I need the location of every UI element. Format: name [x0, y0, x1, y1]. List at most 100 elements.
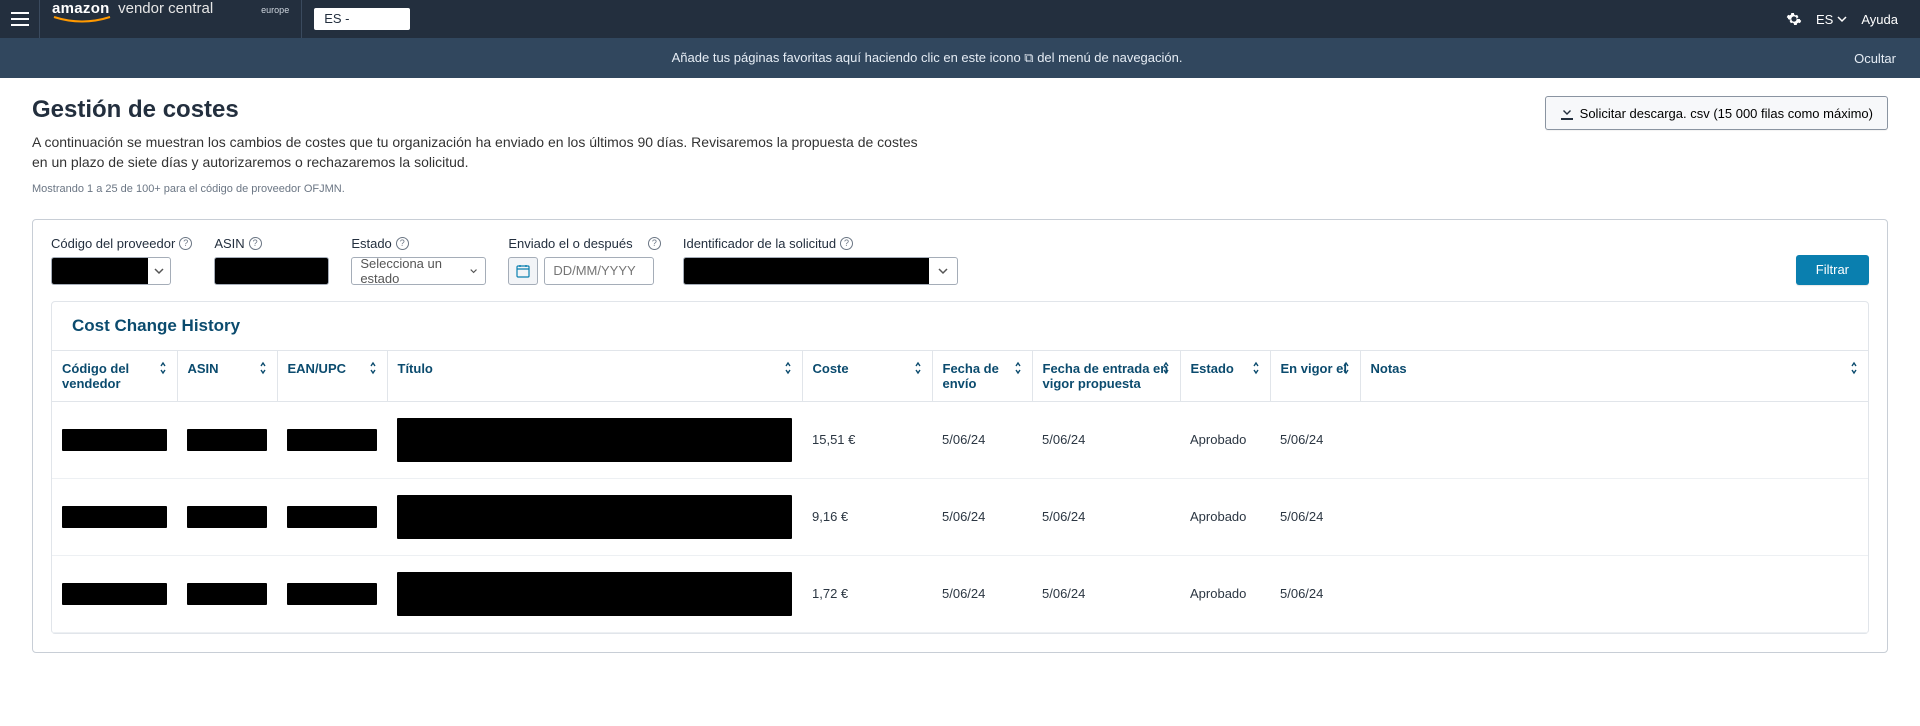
th-ean[interactable]: EAN/UPC — [277, 350, 387, 401]
cell-state: Aprobado — [1180, 555, 1270, 632]
vendor-code-select[interactable] — [51, 257, 171, 285]
request-id-field: Identificador de la solicitud? — [683, 236, 958, 285]
brand-region: europe — [261, 5, 289, 15]
sort-icon[interactable] — [157, 361, 169, 375]
asin-field: ASIN? — [214, 236, 329, 285]
redacted-value — [187, 506, 267, 528]
locale-code: ES — [1816, 12, 1833, 27]
state-label: Estado — [351, 236, 391, 251]
gear-icon[interactable] — [1786, 11, 1802, 27]
cell-submitted: 5/06/24 — [932, 555, 1032, 632]
favorites-hide-button[interactable]: Ocultar — [1854, 51, 1920, 66]
sort-icon[interactable] — [782, 361, 794, 375]
th-cost[interactable]: Coste — [802, 350, 932, 401]
page-title: Gestión de costes — [32, 96, 1545, 124]
th-submitted[interactable]: Fecha de envío — [932, 350, 1032, 401]
sort-icon[interactable] — [1160, 361, 1172, 375]
chevron-down-icon — [938, 266, 948, 276]
cell-notes — [1360, 401, 1868, 478]
cell-notes — [1360, 555, 1868, 632]
sort-icon[interactable] — [257, 361, 269, 375]
marketplace-selector[interactable]: ES - — [314, 8, 409, 30]
download-icon — [1560, 106, 1574, 120]
cost-history-table: Código del vendedor ASIN EAN/UPC Título … — [52, 350, 1868, 633]
sort-icon[interactable] — [367, 361, 379, 375]
favorites-message: Añade tus páginas favoritas aquí haciend… — [0, 50, 1854, 66]
redacted-value — [187, 429, 267, 451]
calendar-icon — [516, 264, 530, 278]
submitted-date-input[interactable] — [544, 257, 654, 285]
sort-icon[interactable] — [1848, 361, 1860, 375]
hamburger-icon — [11, 12, 29, 26]
th-state[interactable]: Estado — [1180, 350, 1270, 401]
table-row[interactable]: 1,72 €5/06/245/06/24Aprobado5/06/24 — [52, 555, 1868, 632]
cell-effective-proposed: 5/06/24 — [1032, 478, 1180, 555]
redacted-value — [397, 418, 792, 462]
sort-icon[interactable] — [1340, 361, 1352, 375]
submitted-date-field: Enviado el o después ? — [508, 236, 661, 285]
state-placeholder: Selecciona un estado — [360, 256, 450, 286]
th-vendor[interactable]: Código del vendedor — [52, 350, 177, 401]
cell-effective: 5/06/24 — [1270, 401, 1360, 478]
filter-panel: Código del proveedor? ASIN? Estado? Sele… — [32, 219, 1888, 653]
chevron-down-icon — [470, 266, 477, 276]
th-title[interactable]: Título — [387, 350, 802, 401]
page-description: A continuación se muestran los cambios d… — [32, 132, 932, 173]
result-count: Mostrando 1 a 25 de 100+ para el código … — [32, 183, 1545, 195]
request-id-label: Identificador de la solicitud — [683, 236, 836, 251]
th-notes[interactable]: Notas — [1360, 350, 1868, 401]
sort-icon[interactable] — [1250, 361, 1262, 375]
request-id-select[interactable] — [683, 257, 958, 285]
redacted-value — [287, 583, 377, 605]
cell-effective-proposed: 5/06/24 — [1032, 401, 1180, 478]
th-asin[interactable]: ASIN — [177, 350, 277, 401]
asin-input[interactable] — [214, 257, 329, 285]
help-link[interactable]: Ayuda — [1861, 12, 1898, 27]
asin-label: ASIN — [214, 236, 244, 251]
info-icon[interactable]: ? — [179, 237, 192, 250]
redacted-value — [62, 429, 167, 451]
state-field: Estado? Selecciona un estado — [351, 236, 486, 285]
state-select[interactable]: Selecciona un estado — [351, 257, 486, 285]
cell-cost: 15,51 € — [802, 401, 932, 478]
cell-cost: 1,72 € — [802, 555, 932, 632]
brand-block[interactable]: amazon vendor central europe — [40, 0, 302, 38]
calendar-button[interactable] — [508, 257, 538, 285]
top-navbar: amazon vendor central europe ES - ES Ayu… — [0, 0, 1920, 38]
table-row[interactable]: 9,16 €5/06/245/06/24Aprobado5/06/24 — [52, 478, 1868, 555]
cell-state: Aprobado — [1180, 401, 1270, 478]
cell-cost: 9,16 € — [802, 478, 932, 555]
cost-history-panel: Cost Change History Código del vendedor … — [51, 301, 1869, 634]
cell-submitted: 5/06/24 — [932, 478, 1032, 555]
chevron-down-icon — [1837, 14, 1847, 24]
table-row[interactable]: 15,51 €5/06/245/06/24Aprobado5/06/24 — [52, 401, 1868, 478]
locale-selector[interactable]: ES — [1816, 12, 1847, 27]
sort-icon[interactable] — [1012, 361, 1024, 375]
cost-history-title: Cost Change History — [52, 302, 1868, 350]
cell-effective-proposed: 5/06/24 — [1032, 555, 1180, 632]
redacted-value — [62, 506, 167, 528]
th-effective-proposed[interactable]: Fecha de entrada en vigor propuesta — [1032, 350, 1180, 401]
submitted-date-label: Enviado el o después — [508, 236, 632, 251]
menu-button[interactable] — [0, 0, 40, 38]
cell-state: Aprobado — [1180, 478, 1270, 555]
brand-vendor-central: vendor central — [118, 0, 213, 17]
info-icon[interactable]: ? — [840, 237, 853, 250]
info-icon[interactable]: ? — [396, 237, 409, 250]
info-icon[interactable]: ? — [648, 237, 661, 250]
amazon-swoosh-icon — [52, 16, 112, 24]
download-csv-label: Solicitar descarga. csv (15 000 filas co… — [1580, 106, 1873, 121]
redacted-value — [52, 258, 148, 284]
th-effective[interactable]: En vigor el — [1270, 350, 1360, 401]
redacted-value — [62, 583, 167, 605]
cell-notes — [1360, 478, 1868, 555]
info-icon[interactable]: ? — [249, 237, 262, 250]
brand-amazon: amazon — [52, 0, 110, 17]
chevron-down-icon — [154, 266, 164, 276]
redacted-value — [287, 506, 377, 528]
filter-button[interactable]: Filtrar — [1796, 255, 1869, 285]
cell-submitted: 5/06/24 — [932, 401, 1032, 478]
sort-icon[interactable] — [912, 361, 924, 375]
redacted-value — [397, 495, 792, 539]
download-csv-button[interactable]: Solicitar descarga. csv (15 000 filas co… — [1545, 96, 1888, 130]
